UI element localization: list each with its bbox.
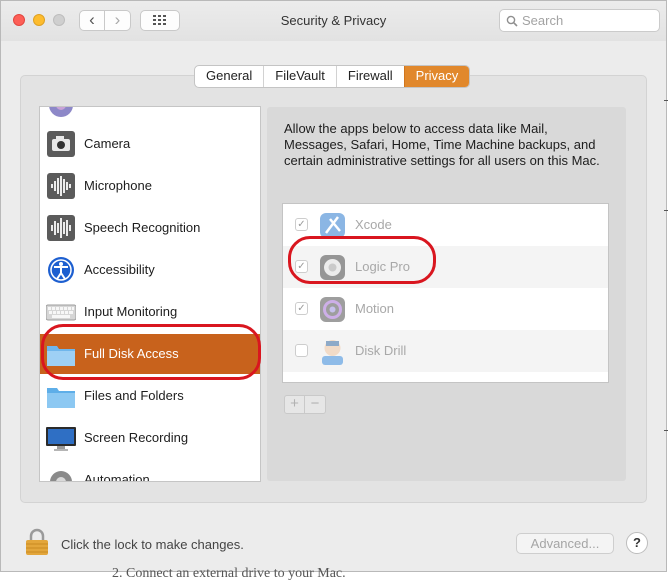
advanced-button[interactable]: Advanced... xyxy=(516,533,614,554)
sidebar-item-label: Screen Recording xyxy=(84,430,189,445)
sidebar-item-speech-recognition[interactable]: Speech Recognition xyxy=(40,208,260,248)
help-button[interactable]: ? xyxy=(626,532,648,554)
remove-app-button[interactable]: − xyxy=(305,395,326,414)
tab-privacy[interactable]: Privacy xyxy=(403,66,470,87)
sidebar-item-label: Speech Recognition xyxy=(84,220,201,235)
app-row-motion[interactable]: ✓ Motion xyxy=(283,288,608,330)
folder-icon xyxy=(47,388,75,408)
highlight-full-disk-access xyxy=(41,324,261,380)
app-name: Motion xyxy=(355,301,395,316)
tab-bar: General FileVault Firewall Privacy xyxy=(194,65,471,88)
tab-filevault[interactable]: FileVault xyxy=(263,66,336,87)
sidebar-item-partial xyxy=(40,107,260,125)
app-checkbox[interactable]: ✓ xyxy=(295,218,308,231)
sidebar-item-label: Automation xyxy=(84,472,150,482)
app-name: Disk Drill xyxy=(355,343,407,358)
sidebar-item-label: Microphone xyxy=(84,178,152,193)
sidebar-item-camera[interactable]: Camera xyxy=(40,124,260,164)
camera-icon xyxy=(47,131,75,157)
search-icon xyxy=(506,15,518,27)
sidebar-item-label: Input Monitoring xyxy=(84,304,178,319)
app-row-partial xyxy=(283,372,608,383)
background-edge-mark xyxy=(664,210,668,211)
sidebar-item-label: Camera xyxy=(84,136,131,151)
highlight-logic-pro xyxy=(288,236,436,284)
gear-icon xyxy=(50,471,72,481)
background-edge-mark xyxy=(664,100,668,101)
full-disk-access-description: Allow the apps below to access data like… xyxy=(284,121,600,168)
app-list[interactable]: ✓ Xcode ✓ Logic Pro ✓ Motion Disk Drill xyxy=(282,203,609,383)
search-field[interactable] xyxy=(499,9,660,32)
lock-icon[interactable] xyxy=(25,528,49,556)
app-row-disk-drill[interactable]: Disk Drill xyxy=(283,330,608,372)
sidebar-item-label: Files and Folders xyxy=(84,388,184,403)
accessibility-icon xyxy=(48,257,74,283)
sidebar-item-files-and-folders[interactable]: Files and Folders xyxy=(40,376,260,416)
title-bar: ‹ › Security & Privacy xyxy=(1,1,666,41)
sidebar-item-screen-recording[interactable]: Screen Recording xyxy=(40,418,260,458)
microphone-icon xyxy=(47,173,75,199)
sidebar-item-accessibility[interactable]: Accessibility xyxy=(40,250,260,290)
app-icon xyxy=(318,379,347,383)
sidebar-item-label: Accessibility xyxy=(84,262,155,277)
app-checkbox[interactable]: ✓ xyxy=(295,302,308,315)
app-checkbox[interactable] xyxy=(295,344,308,357)
display-icon xyxy=(46,427,76,451)
lock-message: Click the lock to make changes. xyxy=(61,537,244,552)
speech-recognition-icon xyxy=(47,215,75,241)
photos-icon xyxy=(49,107,73,117)
preferences-window: ‹ › Security & Privacy General xyxy=(0,0,667,572)
background-edge-mark xyxy=(664,430,668,431)
disk-drill-icon xyxy=(322,340,343,365)
app-name: Xcode xyxy=(355,217,392,232)
sidebar-item-microphone[interactable]: Microphone xyxy=(40,166,260,206)
add-app-button[interactable]: + xyxy=(284,395,305,414)
motion-icon xyxy=(320,297,345,322)
tab-firewall[interactable]: Firewall xyxy=(335,66,404,87)
tab-general[interactable]: General xyxy=(195,66,263,87)
privacy-category-list[interactable]: Camera Microphone Speech Recognition Acc… xyxy=(39,106,261,482)
search-input[interactable] xyxy=(522,12,652,29)
background-page-text: 2. Connect an external drive to your Mac… xyxy=(112,566,346,581)
keyboard-icon xyxy=(46,304,76,321)
sidebar-item-automation[interactable]: Automation xyxy=(40,460,260,482)
